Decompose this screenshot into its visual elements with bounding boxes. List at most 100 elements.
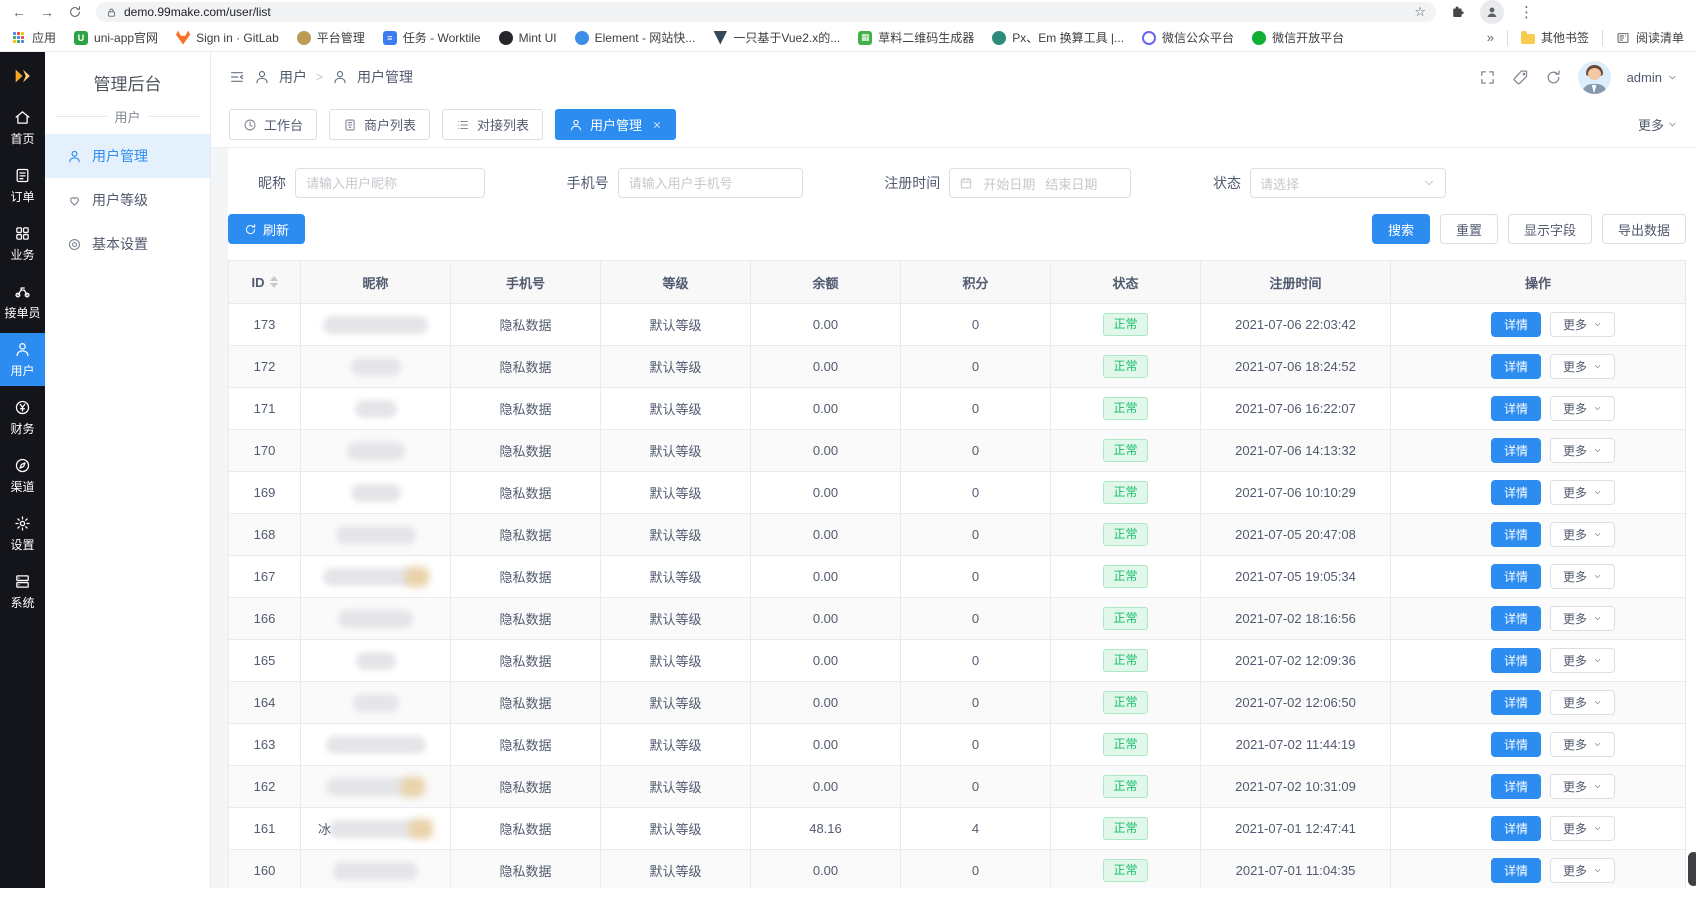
rail-item-home[interactable]: 首页 (0, 101, 45, 154)
detail-button[interactable]: 详情 (1491, 816, 1541, 841)
cell-balance: 48.16 (751, 808, 901, 849)
more-button[interactable]: 更多 (1550, 648, 1615, 673)
bookmark-item[interactable]: 微信公众平台 (1142, 29, 1234, 46)
user-avatar[interactable] (1578, 61, 1611, 94)
detail-button[interactable]: 详情 (1491, 312, 1541, 337)
rail-item-finance[interactable]: 财务 (0, 391, 45, 444)
cell-balance: 0.00 (751, 304, 901, 345)
more-button[interactable]: 更多 (1550, 606, 1615, 631)
sidebar-item-config[interactable]: 基本设置 (45, 222, 210, 266)
more-button[interactable]: 更多 (1550, 522, 1615, 547)
theme-icon[interactable] (1512, 69, 1529, 86)
detail-button[interactable]: 详情 (1491, 858, 1541, 883)
bookmark-item[interactable]: Element - 网站快... (575, 29, 696, 46)
collapse-sidebar-icon[interactable] (229, 69, 245, 85)
bookmark-item[interactable]: ≡ 任务 - Worktile (383, 29, 481, 46)
rail-item-label: 渠道 (10, 478, 34, 495)
browser-profile-avatar[interactable] (1480, 0, 1504, 24)
detail-button[interactable]: 详情 (1491, 564, 1541, 589)
more-button[interactable]: 更多 (1550, 564, 1615, 589)
more-button[interactable]: 更多 (1550, 396, 1615, 421)
rail-item-courier[interactable]: 接单员 (0, 275, 45, 328)
user-menu[interactable]: admin (1627, 70, 1678, 85)
bookmark-item[interactable]: Mint UI (499, 31, 557, 45)
more-button[interactable]: 更多 (1550, 480, 1615, 505)
more-button[interactable]: 更多 (1550, 858, 1615, 883)
secondary-sidebar: 管理后台 用户 用户管理 用户等级 基本设置 (45, 52, 211, 888)
detail-button[interactable]: 详情 (1491, 354, 1541, 379)
rail-item-system[interactable]: 系统 (0, 565, 45, 618)
reset-button[interactable]: 重置 (1440, 214, 1498, 244)
bookmark-item[interactable]: 一只基于Vue2.x的... (713, 29, 840, 46)
more-button[interactable]: 更多 (1550, 774, 1615, 799)
breadcrumb-item[interactable]: 用户 (279, 67, 307, 87)
extensions-icon[interactable] (1450, 5, 1465, 20)
fullscreen-icon[interactable] (1479, 69, 1496, 86)
date-range-input[interactable]: 开始日期 结束日期 (949, 168, 1131, 198)
browser-back-button[interactable]: ← (12, 5, 26, 19)
detail-button[interactable]: 详情 (1491, 732, 1541, 757)
browser-reload-button[interactable] (68, 5, 82, 19)
more-button[interactable]: 更多 (1550, 438, 1615, 463)
bookmark-item[interactable]: Sign in · GitLab (176, 31, 279, 45)
rail-item-user[interactable]: 用户 (0, 333, 45, 386)
redacted-nickname (338, 610, 413, 628)
more-button[interactable]: 更多 (1550, 354, 1615, 379)
nickname-input[interactable] (295, 168, 485, 198)
browser-menu-icon[interactable]: ⋮ (1519, 5, 1534, 20)
url-text[interactable]: demo.99make.com/user/list (124, 5, 1407, 19)
user-icon (569, 118, 583, 132)
sidebar-item-user[interactable]: 用户管理 (45, 134, 210, 178)
rail-item-apps[interactable]: 业务 (0, 217, 45, 270)
bookmark-item[interactable]: 平台管理 (297, 29, 365, 46)
refresh-button[interactable]: 刷新 (228, 214, 305, 244)
bookmark-item[interactable]: 微信开放平台 (1252, 29, 1344, 46)
app-logo-icon[interactable] (12, 65, 34, 87)
tabs-more-button[interactable]: 更多 (1638, 115, 1678, 134)
detail-button[interactable]: 详情 (1491, 648, 1541, 673)
browser-forward-button[interactable]: → (40, 5, 54, 19)
refresh-page-icon[interactable] (1545, 69, 1562, 86)
redacted-nickname (351, 484, 401, 502)
phone-input[interactable] (618, 168, 803, 198)
detail-button[interactable]: 详情 (1491, 396, 1541, 421)
more-button[interactable]: 更多 (1550, 312, 1615, 337)
more-button[interactable]: 更多 (1550, 732, 1615, 757)
breadcrumb-item[interactable]: 用户管理 (357, 67, 413, 87)
rail-item-order[interactable]: 订单 (0, 159, 45, 212)
detail-button[interactable]: 详情 (1491, 690, 1541, 715)
more-button[interactable]: 更多 (1550, 690, 1615, 715)
tab-user[interactable]: 用户管理 (555, 109, 676, 140)
detail-button[interactable]: 详情 (1491, 774, 1541, 799)
sidebar-item-level[interactable]: 用户等级 (45, 178, 210, 222)
bookmark-item[interactable]: ▦ 草料二维码生成器 (858, 29, 974, 46)
detail-button[interactable]: 详情 (1491, 522, 1541, 547)
close-icon[interactable] (652, 120, 662, 130)
status-select[interactable]: 请选择 (1250, 168, 1446, 198)
tab-merchant[interactable]: 商户列表 (329, 109, 430, 140)
col-header-id[interactable]: ID (229, 261, 301, 303)
bookmark-item[interactable]: 应用 (12, 29, 56, 46)
more-button[interactable]: 更多 (1550, 816, 1615, 841)
cell-points: 0 (901, 850, 1051, 888)
bookmark-item[interactable]: Px、Em 换算工具 |... (992, 29, 1124, 46)
cell-phone: 隐私数据 (451, 850, 601, 888)
show-fields-button[interactable]: 显示字段 (1508, 214, 1592, 244)
reading-list-button[interactable]: 阅读清单 (1616, 29, 1684, 46)
tab-clock[interactable]: 工作台 (229, 109, 317, 140)
export-data-button[interactable]: 导出数据 (1602, 214, 1686, 244)
tab-listicon[interactable]: 对接列表 (442, 109, 543, 140)
rail-item-settings[interactable]: 设置 (0, 507, 45, 560)
omnibox[interactable]: demo.99make.com/user/list ☆ (96, 2, 1436, 22)
detail-button[interactable]: 详情 (1491, 606, 1541, 631)
sort-icon[interactable] (270, 276, 278, 288)
detail-button[interactable]: 详情 (1491, 480, 1541, 505)
search-button[interactable]: 搜索 (1372, 214, 1430, 244)
bookmark-star-icon[interactable]: ☆ (1414, 4, 1426, 20)
page-scrollbar-thumb[interactable] (1688, 852, 1696, 886)
detail-button[interactable]: 详情 (1491, 438, 1541, 463)
bookmark-item[interactable]: U uni-app官网 (74, 29, 158, 46)
other-bookmarks-button[interactable]: 其他书签 (1521, 29, 1589, 46)
bookmarks-overflow-chevron[interactable]: » (1487, 30, 1494, 45)
rail-item-channel[interactable]: 渠道 (0, 449, 45, 502)
